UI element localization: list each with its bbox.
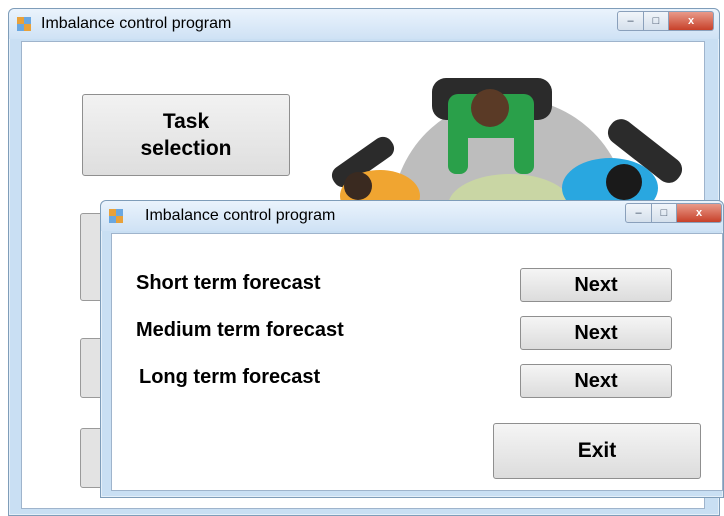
person-green-arm-left: [448, 116, 468, 174]
long-term-forecast-label: Long term forecast: [139, 366, 321, 388]
medium-term-forecast-label: Medium term forecast: [136, 319, 344, 341]
team-meeting-illustration: [331, 78, 683, 216]
dialog-minimize-button[interactable]: –: [625, 203, 652, 223]
exit-button[interactable]: Exit: [493, 423, 701, 479]
dialog-close-button[interactable]: x: [677, 203, 722, 223]
person-blue-head: [606, 164, 642, 200]
long-term-next-button[interactable]: Next: [520, 364, 672, 398]
main-window-title: Imbalance control program: [41, 15, 232, 32]
dialog-app-icon: [109, 209, 123, 223]
dialog-title: Imbalance control program: [145, 207, 336, 224]
person-orange-head: [344, 172, 372, 200]
task-selection-button[interactable]: Task selection: [82, 94, 290, 176]
person-green-arm-right: [514, 116, 534, 174]
minimize-button[interactable]: –: [617, 11, 644, 31]
person-green-head: [471, 89, 509, 127]
short-term-forecast-label: Short term forecast: [136, 272, 321, 294]
maximize-button[interactable]: □: [644, 11, 669, 31]
app-icon: [17, 17, 31, 31]
dialog-maximize-button[interactable]: □: [652, 203, 677, 223]
short-term-next-button[interactable]: Next: [520, 268, 672, 302]
close-button[interactable]: x: [669, 11, 714, 31]
dialog-titlebar[interactable]: Imbalance control program – □ x: [101, 201, 723, 231]
medium-term-next-button[interactable]: Next: [520, 316, 672, 350]
main-window-titlebar[interactable]: Imbalance control program – □ x: [9, 9, 719, 39]
